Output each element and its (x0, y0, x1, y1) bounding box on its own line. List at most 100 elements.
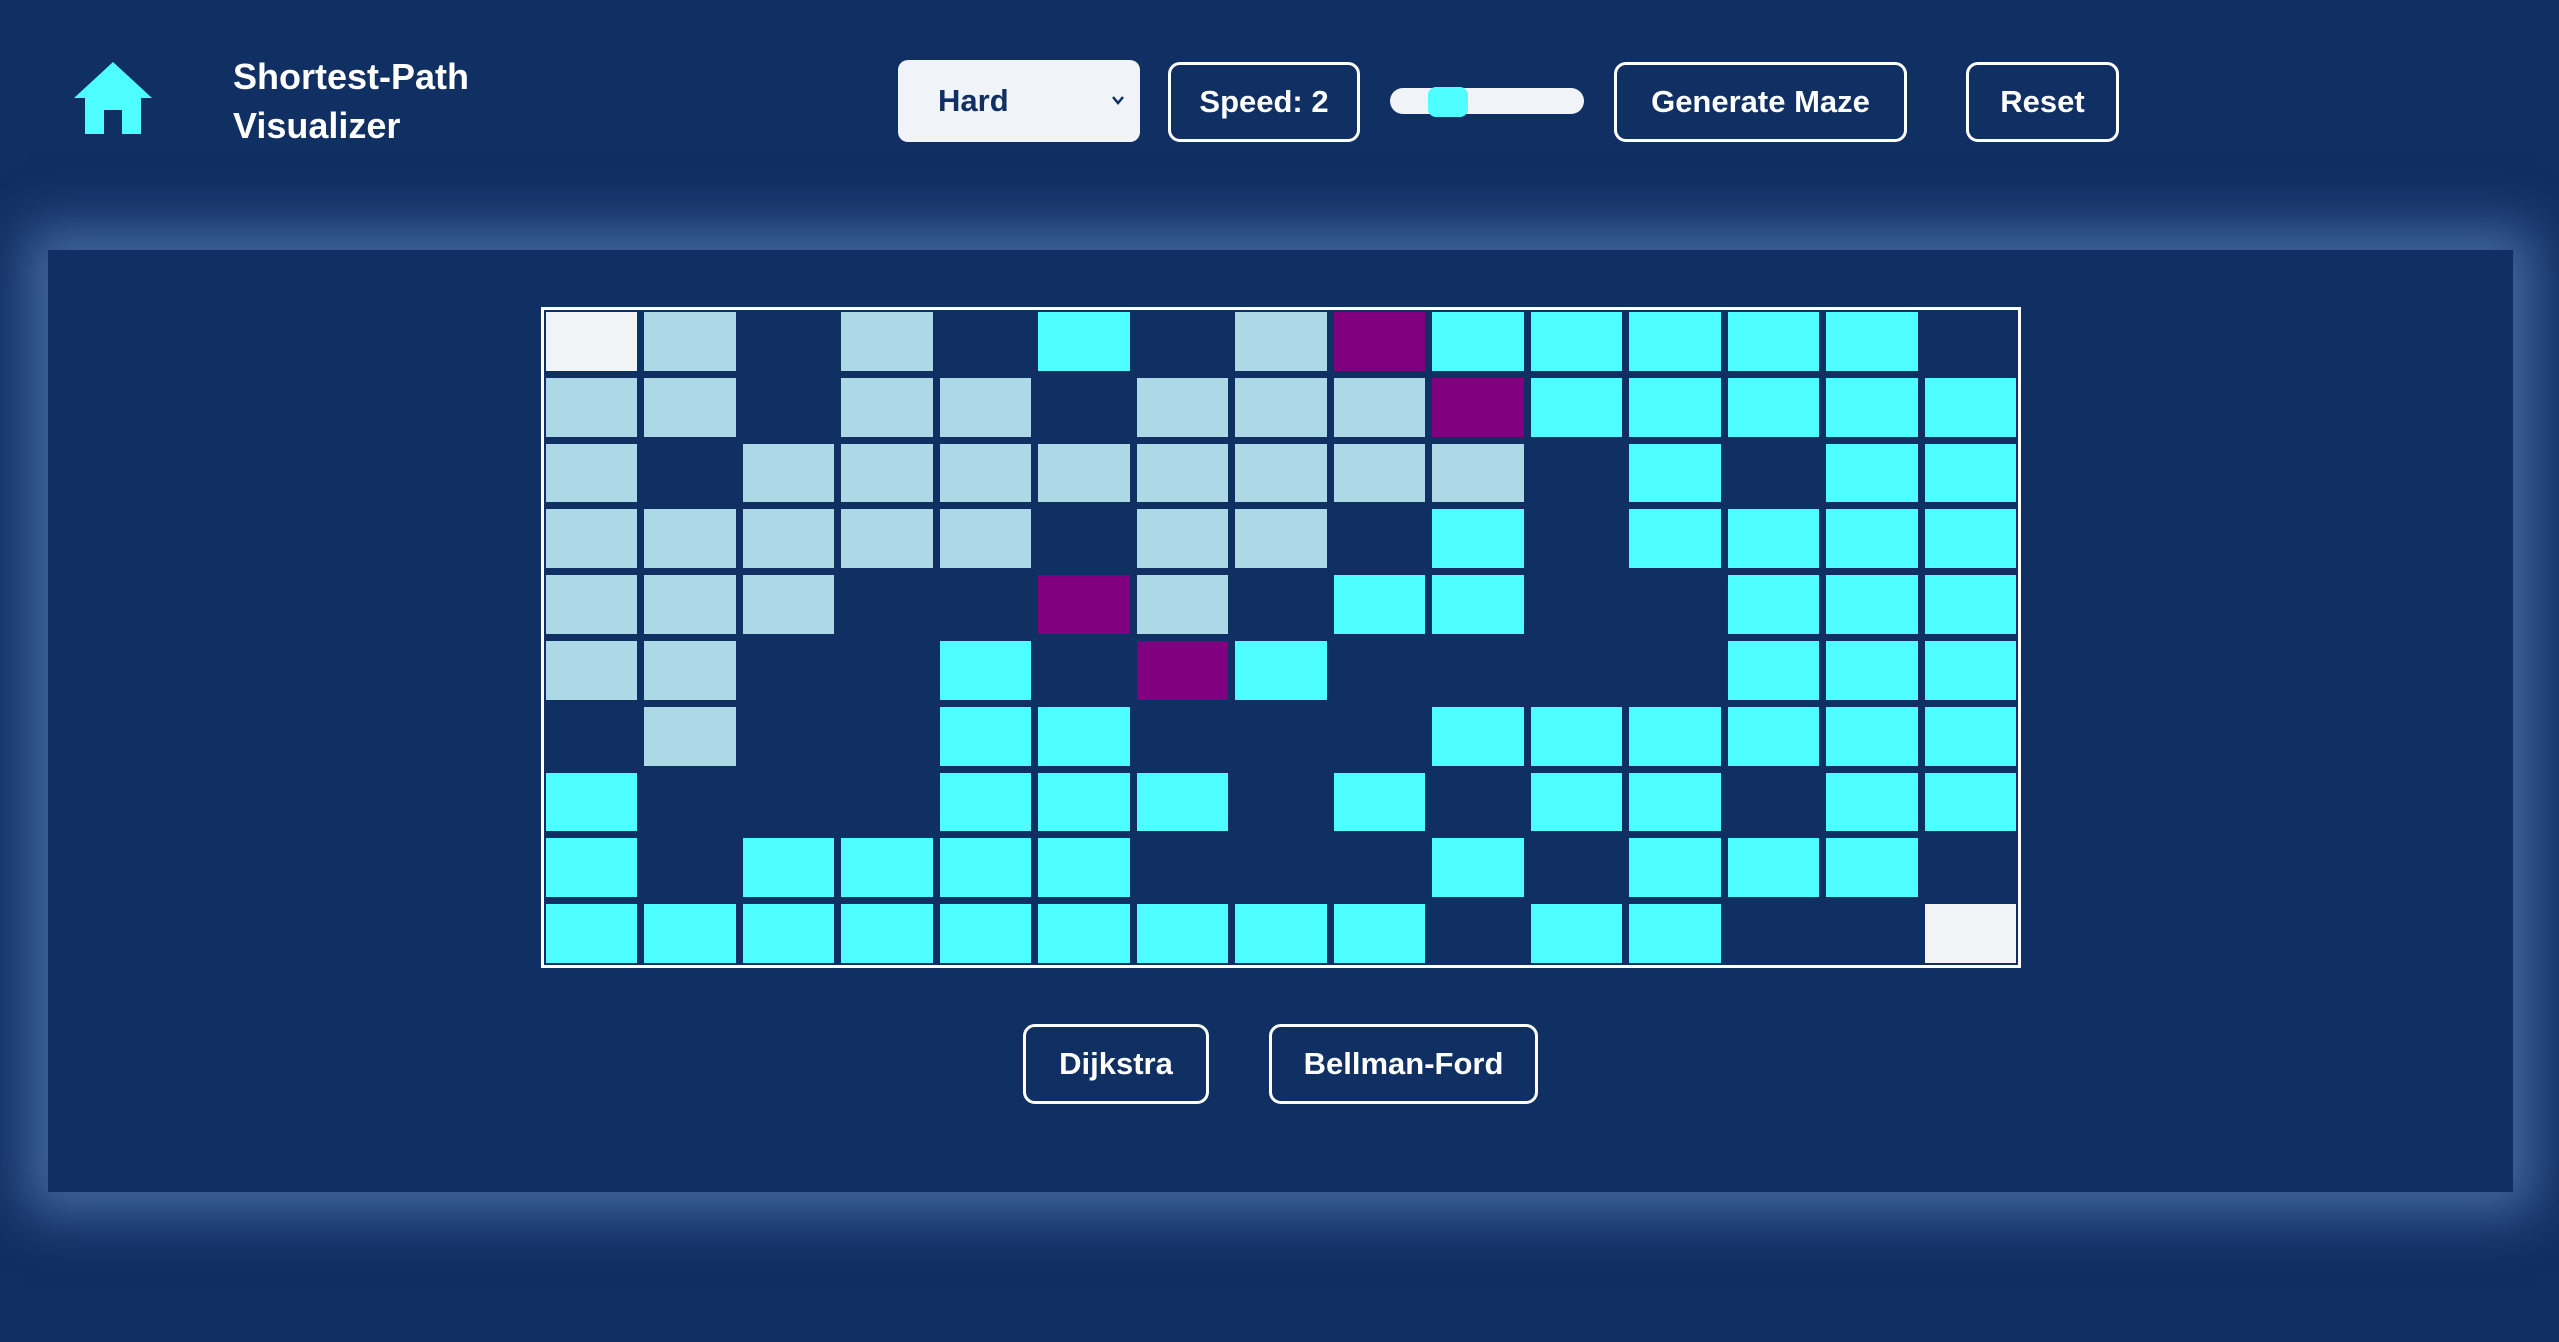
grid-cell-frontier[interactable] (1530, 706, 1623, 766)
grid-cell-frontier[interactable] (1826, 575, 1918, 634)
grid-cell-visited[interactable] (841, 509, 933, 569)
grid-cell-visited[interactable] (1333, 443, 1426, 503)
grid-cell-empty[interactable] (1235, 575, 1326, 634)
grid-cell-empty[interactable] (1728, 773, 1819, 832)
grid-cell-empty[interactable] (940, 575, 1031, 634)
grid-cell-visited[interactable] (1136, 509, 1229, 569)
grid-cell-empty[interactable] (1137, 707, 1228, 766)
grid-cell-empty[interactable] (1826, 904, 1917, 963)
grid-cell-frontier[interactable] (1924, 377, 2016, 437)
grid-cell-visited[interactable] (1235, 312, 1327, 371)
grid-cell-frontier[interactable] (1235, 640, 1327, 700)
grid-cell-frontier[interactable] (1235, 904, 1327, 963)
grid-cell-frontier[interactable] (1924, 640, 2016, 700)
grid-cell-empty[interactable] (940, 312, 1031, 371)
grid-cell-empty[interactable] (1629, 641, 1720, 700)
grid-cell-frontier[interactable] (1432, 312, 1524, 371)
grid-cell-frontier[interactable] (546, 772, 638, 832)
grid-cell-frontier[interactable] (1924, 706, 2016, 766)
grid-cell-visited[interactable] (1432, 443, 1524, 503)
grid-cell-empty[interactable] (1629, 575, 1720, 634)
grid-cell-frontier[interactable] (1924, 443, 2016, 503)
grid-cell-endpoint[interactable] (546, 312, 638, 371)
grid-cell-frontier[interactable] (1629, 443, 1721, 503)
grid-cell-frontier[interactable] (1826, 772, 1918, 832)
grid-cell-empty[interactable] (841, 773, 932, 832)
grid-cell-frontier[interactable] (1826, 312, 1918, 371)
grid-cell-empty[interactable] (1137, 838, 1228, 897)
grid-cell-empty[interactable] (1531, 641, 1622, 700)
grid-cell-frontier[interactable] (1924, 575, 2016, 634)
grid-cell-frontier[interactable] (1727, 509, 1820, 569)
grid-cell-empty[interactable] (1334, 838, 1425, 897)
grid-cell-frontier[interactable] (841, 838, 933, 898)
grid-cell-frontier[interactable] (939, 640, 1032, 700)
grid-cell-frontier[interactable] (1333, 575, 1426, 634)
grid-cell-visited[interactable] (1136, 575, 1229, 634)
grid-cell-visited[interactable] (841, 377, 933, 437)
grid-cell-empty[interactable] (841, 575, 932, 634)
grid-cell-frontier[interactable] (939, 904, 1032, 963)
grid-cell-frontier[interactable] (1530, 772, 1623, 832)
bellman-ford-button[interactable]: Bellman-Ford (1269, 1024, 1538, 1104)
grid-cell-path[interactable] (1432, 377, 1524, 437)
grid-cell-empty[interactable] (1531, 575, 1622, 634)
grid-cell-visited[interactable] (742, 443, 835, 503)
grid-cell-empty[interactable] (1038, 641, 1129, 700)
grid-cell-frontier[interactable] (742, 838, 835, 898)
grid-cell-visited[interactable] (644, 640, 736, 700)
grid-cell-frontier[interactable] (1727, 838, 1820, 898)
grid-cell-visited[interactable] (644, 377, 736, 437)
grid-cell-empty[interactable] (1728, 444, 1819, 503)
grid-cell-frontier[interactable] (644, 904, 736, 963)
grid-cell-frontier[interactable] (1826, 443, 1918, 503)
grid-cell-frontier[interactable] (1136, 772, 1229, 832)
grid-cell-empty[interactable] (743, 773, 834, 832)
grid-cell-empty[interactable] (841, 641, 932, 700)
grid-cell-empty[interactable] (1235, 773, 1326, 832)
grid-cell-frontier[interactable] (1826, 377, 1918, 437)
grid-cell-frontier[interactable] (939, 838, 1032, 898)
reset-button[interactable]: Reset (1966, 62, 2119, 142)
grid-cell-empty[interactable] (1925, 838, 2016, 897)
difficulty-select[interactable]: Hard (898, 60, 1140, 142)
grid-cell-empty[interactable] (644, 838, 735, 897)
grid-cell-visited[interactable] (546, 377, 638, 437)
grid-cell-frontier[interactable] (546, 838, 638, 898)
grid-cell-frontier[interactable] (1727, 575, 1820, 634)
grid-cell-frontier[interactable] (1826, 640, 1918, 700)
grid-cell-frontier[interactable] (841, 904, 933, 963)
grid-cell-frontier[interactable] (1924, 509, 2016, 569)
grid-cell-empty[interactable] (1235, 838, 1326, 897)
grid-cell-empty[interactable] (1038, 378, 1129, 437)
grid-cell-visited[interactable] (546, 443, 638, 503)
grid-cell-frontier[interactable] (1136, 904, 1229, 963)
grid-cell-frontier[interactable] (1727, 377, 1820, 437)
grid-cell-empty[interactable] (1432, 641, 1523, 700)
grid-cell-empty[interactable] (1334, 509, 1425, 568)
grid-cell-frontier[interactable] (1432, 838, 1524, 898)
grid-cell-empty[interactable] (644, 444, 735, 503)
grid-cell-path[interactable] (1333, 312, 1426, 371)
grid-cell-frontier[interactable] (1727, 640, 1820, 700)
grid-cell-visited[interactable] (1136, 377, 1229, 437)
grid-cell-frontier[interactable] (1038, 772, 1130, 832)
grid-cell-empty[interactable] (743, 707, 834, 766)
grid-cell-visited[interactable] (841, 312, 933, 371)
grid-cell-frontier[interactable] (1038, 838, 1130, 898)
generate-maze-button[interactable]: Generate Maze (1614, 62, 1907, 142)
grid-cell-empty[interactable] (1531, 509, 1622, 568)
grid-cell-visited[interactable] (644, 312, 736, 371)
grid-cell-visited[interactable] (742, 575, 835, 634)
grid-cell-visited[interactable] (939, 443, 1032, 503)
grid-cell-empty[interactable] (1038, 509, 1129, 568)
grid-cell-frontier[interactable] (1629, 772, 1721, 832)
grid-cell-frontier[interactable] (1038, 904, 1130, 963)
grid-cell-frontier[interactable] (1826, 838, 1918, 898)
grid-cell-visited[interactable] (1038, 443, 1130, 503)
grid-cell-visited[interactable] (1235, 443, 1327, 503)
grid-cell-frontier[interactable] (1333, 904, 1426, 963)
grid-cell-empty[interactable] (1531, 838, 1622, 897)
grid-cell-visited[interactable] (939, 377, 1032, 437)
grid-cell-frontier[interactable] (546, 904, 638, 963)
